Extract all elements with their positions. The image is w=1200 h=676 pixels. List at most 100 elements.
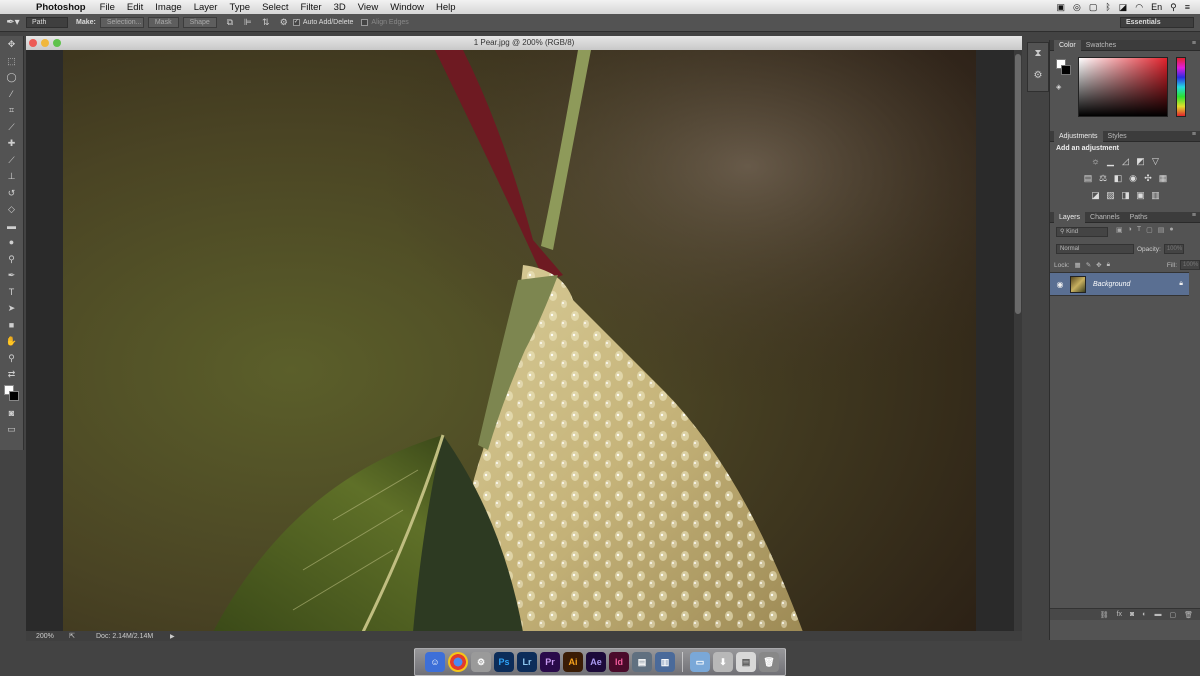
menu-file[interactable]: File [94,2,121,13]
blur-tool-icon[interactable]: ● [0,234,23,251]
curves-icon[interactable]: ◿ [1120,156,1131,167]
panel-menu-icon[interactable]: ≡ [1192,131,1196,138]
make-selection-button[interactable]: Selection... [99,17,144,28]
make-shape-button[interactable]: Shape [182,17,217,28]
quick-mask-icon[interactable]: ◙ [0,405,23,422]
swap-colors-icon[interactable]: ⇄ [0,366,23,383]
tab-paths[interactable]: Paths [1125,212,1153,223]
adobe-status-icon[interactable]: ◪ [1119,2,1128,13]
move-tool-icon[interactable]: ✥ [0,36,23,53]
levels-icon[interactable]: ▁ [1105,156,1116,167]
tab-layers[interactable]: Layers [1054,211,1086,223]
tab-styles[interactable]: Styles [1103,131,1132,142]
menu-layer[interactable]: Layer [188,2,224,13]
color-field[interactable] [1078,57,1168,117]
camera-icon[interactable]: ▣ [1056,2,1065,13]
auto-add-delete-checkbox[interactable]: ✓ Auto Add/Delete [292,19,353,26]
lightroom-dock-icon[interactable]: Lr [517,652,537,672]
downloads-dock-icon[interactable]: ⬇ [713,652,733,672]
layer-visibility-eye-icon[interactable]: ◉ [1050,280,1070,289]
filter-pixel-icon[interactable]: ▣ [1116,226,1123,234]
quick-selection-tool-icon[interactable]: ⁄ [0,86,23,103]
color-lookup-icon[interactable]: ▦ [1158,173,1169,184]
layer-style-fx-icon[interactable]: fx [1117,611,1122,618]
pear-photo[interactable] [63,50,976,632]
photoshop-dock-icon[interactable]: Ps [494,652,514,672]
minimize-window-button[interactable] [41,39,49,47]
applications-folder-dock-icon[interactable]: ▭ [690,652,710,672]
threshold-icon[interactable]: ◨ [1120,190,1131,201]
properties-panel-icon[interactable]: ⚙ [1028,65,1048,87]
workspace-switcher[interactable]: Essentials [1120,17,1194,28]
dodge-tool-icon[interactable]: ⚲ [0,251,23,268]
add-mask-icon[interactable]: ◙ [1130,611,1134,618]
illustrator-dock-icon[interactable]: Ai [563,652,583,672]
close-window-button[interactable] [29,39,37,47]
gear-icon[interactable]: ⚙ [275,17,293,28]
preview-dock-icon[interactable]: ▤ [632,652,652,672]
path-operations-icon[interactable]: ⧉ [221,17,239,28]
healing-brush-tool-icon[interactable]: ✚ [0,135,23,152]
finder-dock-icon[interactable]: ☺ [425,652,445,672]
zoom-tool-icon[interactable]: ⚲ [0,350,23,367]
notification-center-icon[interactable]: ≡ [1185,2,1190,12]
documents-stack-dock-icon[interactable]: ▤ [736,652,756,672]
color-swatches[interactable] [0,383,23,405]
invert-icon[interactable]: ◪ [1090,190,1101,201]
menu-view[interactable]: View [352,2,384,13]
menu-filter[interactable]: Filter [294,2,327,13]
filter-adjustment-icon[interactable]: ◑ [1128,226,1132,234]
menu-3d[interactable]: 3D [328,2,352,13]
tab-channels[interactable]: Channels [1085,212,1125,223]
blend-mode-select[interactable]: Normal [1056,244,1134,254]
new-adjustment-layer-icon[interactable]: ◐ [1142,611,1146,618]
input-language[interactable]: En [1151,2,1162,12]
eraser-tool-icon[interactable]: ◇ [0,201,23,218]
path-alignment-icon[interactable]: ⊫ [239,17,257,28]
pen-mode-select[interactable]: Path [26,17,68,28]
screen-mode-icon[interactable]: ▭ [0,421,23,438]
rectangle-tool-icon[interactable]: ■ [0,317,23,334]
crop-tool-icon[interactable]: ⌗ [0,102,23,119]
exposure-icon[interactable]: ◩ [1135,156,1146,167]
lock-pixels-icon[interactable]: ✎ [1086,261,1091,269]
channel-mixer-icon[interactable]: ✣ [1143,173,1154,184]
filter-toggle-icon[interactable]: ● [1169,226,1173,234]
zoom-window-button[interactable] [53,39,61,47]
spotlight-search-icon[interactable]: ⚲ [1170,2,1177,13]
background-color-swatch[interactable] [9,390,19,401]
panel-menu-icon[interactable]: ≡ [1192,40,1196,47]
after-effects-dock-icon[interactable]: Ae [586,652,606,672]
history-panel-icon[interactable]: ⧗ [1028,43,1048,65]
chrome-dock-icon[interactable] [448,652,468,672]
fill-field[interactable]: 100% [1180,260,1200,270]
gradient-map-icon[interactable]: ▥ [1150,190,1161,201]
layer-row-background[interactable]: ◉ Background 🔒︎ [1050,272,1189,296]
lock-all-icon[interactable]: 🔒︎ [1107,261,1110,269]
opacity-field[interactable]: 100% [1163,244,1184,254]
canvas-area[interactable] [26,50,1022,632]
make-mask-button[interactable]: Mask [147,17,179,28]
premiere-dock-icon[interactable]: Pr [540,652,560,672]
lock-position-icon[interactable]: ✥ [1096,261,1101,269]
path-selection-tool-icon[interactable]: ➤ [0,300,23,317]
layer-filter-select[interactable]: ⚲ Kind [1056,227,1108,237]
photo-filter-icon[interactable]: ◉ [1128,173,1139,184]
type-tool-icon[interactable]: T [0,284,23,301]
menu-type[interactable]: Type [223,2,256,13]
export-icon[interactable]: ⇱ [62,632,82,640]
menu-image[interactable]: Image [149,2,187,13]
vibrance-icon[interactable]: ▽ [1150,156,1161,167]
eyedropper-tool-icon[interactable]: ⟋ [0,119,23,136]
vertical-scrollbar[interactable] [1014,50,1022,632]
tab-color[interactable]: Color [1054,39,1081,51]
new-group-icon[interactable]: ▬ [1154,611,1161,618]
hue-spectrum-slider[interactable] [1176,57,1186,117]
hand-tool-icon[interactable]: ✋ [0,333,23,350]
system-preferences-dock-icon[interactable]: ⚙ [471,652,491,672]
link-layers-icon[interactable]: ⛓ [1100,611,1109,619]
color-balance-icon[interactable]: ⚖ [1098,173,1109,184]
status-menu-arrow-icon[interactable]: ▶ [162,633,175,640]
history-brush-tool-icon[interactable]: ↺ [0,185,23,202]
brush-tool-icon[interactable]: ⟋ [0,152,23,169]
